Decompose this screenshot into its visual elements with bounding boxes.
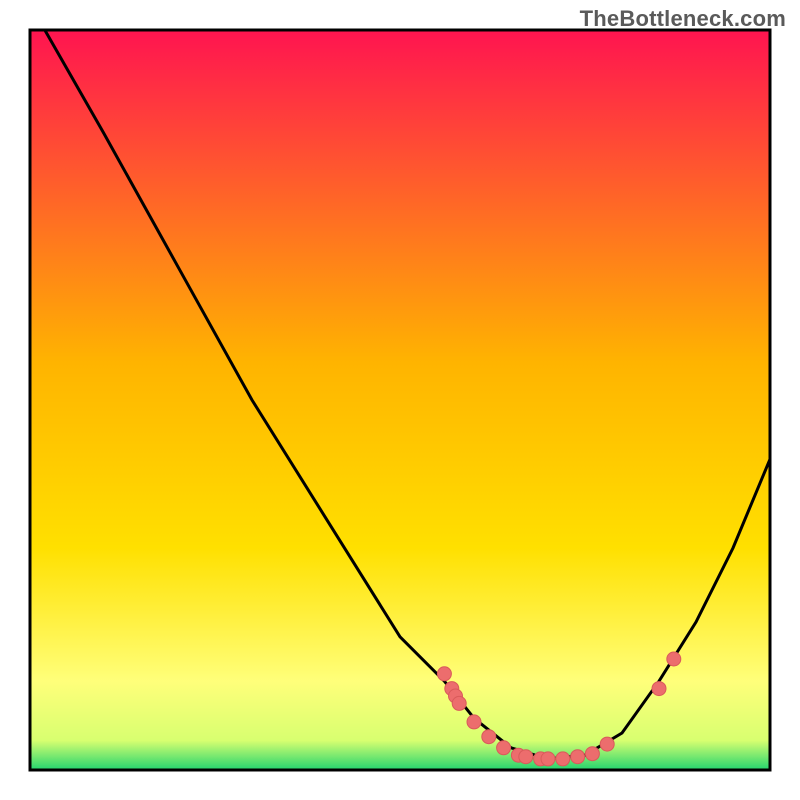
data-marker: [585, 747, 599, 761]
data-marker: [652, 682, 666, 696]
plot-background: [30, 30, 770, 770]
data-marker: [667, 652, 681, 666]
data-marker: [482, 730, 496, 744]
data-marker: [571, 750, 585, 764]
data-marker: [437, 667, 451, 681]
data-marker: [452, 696, 466, 710]
data-marker: [600, 737, 614, 751]
chart-container: TheBottleneck.com: [0, 0, 800, 800]
bottleneck-chart: [0, 0, 800, 800]
data-marker: [519, 750, 533, 764]
data-marker: [541, 752, 555, 766]
watermark-text: TheBottleneck.com: [580, 6, 786, 32]
data-marker: [467, 715, 481, 729]
data-marker: [556, 752, 570, 766]
data-marker: [497, 741, 511, 755]
